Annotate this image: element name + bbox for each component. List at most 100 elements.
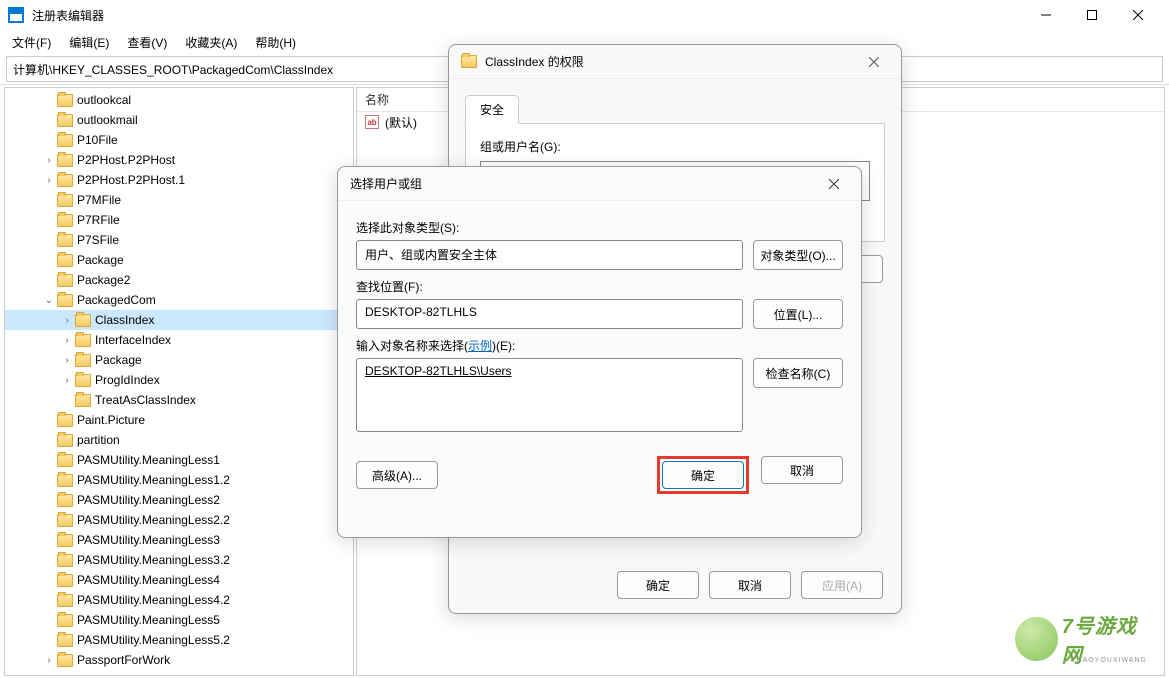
tree-item-label: PackagedCom bbox=[77, 293, 156, 307]
folder-icon bbox=[57, 554, 73, 567]
tree-expand-icon[interactable]: › bbox=[41, 655, 57, 666]
tree-item-label: PASMUtility.MeaningLess4.2 bbox=[77, 593, 230, 607]
tree-item[interactable]: ›P2PHost.P2PHost.1 bbox=[5, 170, 353, 190]
menu-favorites[interactable]: 收藏夹(A) bbox=[177, 31, 245, 54]
check-names-button[interactable]: 检查名称(C) bbox=[753, 358, 843, 388]
tree-item-label: outlookcal bbox=[77, 93, 131, 107]
location-field[interactable]: DESKTOP-82TLHLS bbox=[356, 299, 743, 329]
select-close-button[interactable] bbox=[819, 172, 849, 196]
tree-item[interactable]: PASMUtility.MeaningLess4.2 bbox=[5, 590, 353, 610]
folder-icon bbox=[57, 214, 73, 227]
tree-item[interactable]: outlookmail bbox=[5, 110, 353, 130]
tree-item[interactable]: P7SFile bbox=[5, 230, 353, 250]
col-name: 名称 bbox=[365, 91, 389, 108]
group-label: 组或用户名(G): bbox=[480, 138, 870, 155]
tab-security[interactable]: 安全 bbox=[465, 95, 519, 124]
select-dialog-title: 选择用户或组 bbox=[350, 175, 422, 192]
menu-help[interactable]: 帮助(H) bbox=[247, 31, 304, 54]
permissions-ok-button[interactable]: 确定 bbox=[617, 571, 699, 599]
tree-item[interactable]: ›P2PHost.P2PHost bbox=[5, 150, 353, 170]
folder-icon bbox=[57, 594, 73, 607]
tree-panel[interactable]: outlookcaloutlookmailP10File›P2PHost.P2P… bbox=[4, 87, 354, 676]
permissions-close-button[interactable] bbox=[859, 50, 889, 74]
tree-item[interactable]: › PassportForWork bbox=[5, 650, 353, 670]
tree-item[interactable]: PASMUtility.MeaningLess3.2 bbox=[5, 550, 353, 570]
tree-item-label: PASMUtility.MeaningLess1 bbox=[77, 453, 220, 467]
tree-item[interactable]: PASMUtility.MeaningLess1 bbox=[5, 450, 353, 470]
maximize-button[interactable] bbox=[1069, 0, 1115, 30]
tree-item[interactable]: Package bbox=[5, 250, 353, 270]
tree-item[interactable]: ⌄ PackagedCom bbox=[5, 290, 353, 310]
tree-item-label: TreatAsClassIndex bbox=[95, 393, 196, 407]
tree-expand-icon[interactable]: › bbox=[59, 355, 75, 366]
tree-item-label: ClassIndex bbox=[95, 313, 154, 327]
tree-item[interactable]: partition bbox=[5, 430, 353, 450]
tree-item-label: P7SFile bbox=[77, 233, 119, 247]
tree-expand-icon[interactable]: › bbox=[59, 335, 75, 346]
object-names-field[interactable]: DESKTOP-82TLHLS\Users bbox=[356, 358, 743, 432]
tree-item[interactable]: ›InterfaceIndex bbox=[5, 330, 353, 350]
tree-item-label: PASMUtility.MeaningLess3.2 bbox=[77, 553, 230, 567]
location-button[interactable]: 位置(L)... bbox=[753, 299, 843, 329]
object-type-field[interactable]: 用户、组或内置安全主体 bbox=[356, 240, 743, 270]
select-ok-button[interactable]: 确定 bbox=[662, 461, 744, 489]
tree-expand-icon[interactable]: › bbox=[41, 155, 57, 166]
tree-item-label: PASMUtility.MeaningLess2 bbox=[77, 493, 220, 507]
tree-item[interactable]: PASMUtility.MeaningLess4 bbox=[5, 570, 353, 590]
object-type-button[interactable]: 对象类型(O)... bbox=[753, 240, 843, 270]
select-advanced-button[interactable]: 高级(A)... bbox=[356, 461, 438, 489]
folder-icon bbox=[57, 114, 73, 127]
folder-icon bbox=[57, 194, 73, 207]
tree-item[interactable]: PASMUtility.MeaningLess5.2 bbox=[5, 630, 353, 650]
folder-icon bbox=[75, 314, 91, 327]
folder-icon bbox=[57, 454, 73, 467]
tree-item-label: PASMUtility.MeaningLess1.2 bbox=[77, 473, 230, 487]
tree-expand-icon[interactable]: › bbox=[41, 175, 57, 186]
tree-item[interactable]: PASMUtility.MeaningLess1.2 bbox=[5, 470, 353, 490]
tree-item[interactable]: P7MFile bbox=[5, 190, 353, 210]
select-body: 选择此对象类型(S): 用户、组或内置安全主体 对象类型(O)... 查找位置(… bbox=[338, 201, 861, 508]
folder-icon bbox=[57, 254, 73, 267]
folder-icon bbox=[57, 614, 73, 627]
tree-item-label: P7RFile bbox=[77, 213, 120, 227]
permissions-dialog-title-bar[interactable]: ClassIndex 的权限 bbox=[449, 45, 901, 79]
tree-item[interactable]: Package2 bbox=[5, 270, 353, 290]
minimize-button[interactable] bbox=[1023, 0, 1069, 30]
permissions-dialog-title: ClassIndex 的权限 bbox=[485, 53, 584, 70]
tree-item[interactable]: P7RFile bbox=[5, 210, 353, 230]
permissions-cancel-button[interactable]: 取消 bbox=[709, 571, 791, 599]
tree-item[interactable]: outlookcal bbox=[5, 90, 353, 110]
tree-item-label: Package bbox=[77, 253, 124, 267]
tree-item-label: PassportForWork bbox=[77, 653, 170, 667]
watermark-logo: 7号游戏网 7HAOYOUXIWANG bbox=[1015, 614, 1155, 664]
tree-item[interactable]: PASMUtility.MeaningLess2 bbox=[5, 490, 353, 510]
tree-item[interactable]: ›ProgIdIndex bbox=[5, 370, 353, 390]
tree-item[interactable]: Paint.Picture bbox=[5, 410, 353, 430]
tree-item[interactable]: TreatAsClassIndex bbox=[5, 390, 353, 410]
folder-icon bbox=[75, 354, 91, 367]
permissions-tabs: 安全 bbox=[465, 95, 885, 124]
folder-icon bbox=[57, 414, 73, 427]
tree-item-label: outlookmail bbox=[77, 113, 138, 127]
menu-file[interactable]: 文件(F) bbox=[4, 31, 59, 54]
folder-icon bbox=[57, 574, 73, 587]
tree-item[interactable]: › ClassIndex bbox=[5, 310, 353, 330]
window-title: 注册表编辑器 bbox=[32, 7, 1023, 24]
folder-icon bbox=[57, 514, 73, 527]
tree-item[interactable]: ›Package bbox=[5, 350, 353, 370]
tree-item[interactable]: PASMUtility.MeaningLess2.2 bbox=[5, 510, 353, 530]
tree-item[interactable]: PASMUtility.MeaningLess5 bbox=[5, 610, 353, 630]
tree-expand-icon[interactable]: ⌄ bbox=[41, 295, 57, 306]
select-dialog-title-bar[interactable]: 选择用户或组 bbox=[338, 167, 861, 201]
menu-edit[interactable]: 编辑(E) bbox=[61, 31, 117, 54]
tree-expand-icon[interactable]: › bbox=[59, 375, 75, 386]
tree-expand-icon[interactable]: › bbox=[59, 315, 75, 326]
tree-item[interactable]: P10File bbox=[5, 130, 353, 150]
select-bottom-row: 高级(A)... 确定 取消 bbox=[356, 456, 843, 494]
select-cancel-button[interactable]: 取消 bbox=[761, 456, 843, 484]
folder-icon bbox=[57, 434, 73, 447]
close-button[interactable] bbox=[1115, 0, 1161, 30]
menu-view[interactable]: 查看(V) bbox=[119, 31, 175, 54]
examples-link[interactable]: 示例 bbox=[468, 339, 492, 353]
tree-item[interactable]: PASMUtility.MeaningLess3 bbox=[5, 530, 353, 550]
